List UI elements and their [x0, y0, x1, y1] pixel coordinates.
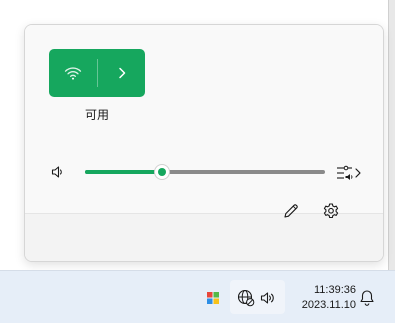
volume-slider-thumb[interactable] — [154, 165, 169, 179]
clock-date: 2023.11.10 — [301, 299, 356, 311]
taskbar-clock[interactable]: 11:39:36 2023.11.10 — [296, 283, 356, 313]
wifi-toggle-button[interactable] — [49, 49, 97, 97]
all-settings-button[interactable] — [321, 201, 341, 221]
wifi-tile-label: 可用 — [84, 108, 109, 122]
quick-settings-body: 可用 — [25, 25, 383, 213]
wifi-icon — [64, 67, 82, 80]
pencil-icon — [284, 204, 298, 218]
network-status-button[interactable] — [237, 289, 255, 307]
edit-quick-settings-button[interactable] — [281, 201, 301, 221]
volume-slider-fill — [85, 170, 162, 174]
audio-mixer-button[interactable] — [335, 164, 363, 182]
wifi-tile[interactable] — [49, 49, 145, 97]
start-button[interactable] — [206, 290, 220, 306]
globe-no-internet-icon — [237, 289, 255, 307]
notifications-button[interactable] — [359, 289, 375, 307]
windows-logo-icon — [207, 292, 219, 304]
quick-settings-panel: 可用 — [24, 24, 384, 262]
chevron-right-icon — [118, 67, 125, 79]
volume-tray-button[interactable] — [260, 290, 276, 306]
speaker-icon — [51, 166, 62, 178]
wifi-more-button[interactable] — [98, 49, 145, 97]
bell-icon — [360, 290, 374, 306]
volume-slider[interactable] — [85, 165, 325, 179]
audio-mixer-icon — [337, 165, 361, 180]
window-edge — [388, 0, 395, 270]
volume-mute-button[interactable] — [51, 165, 65, 179]
clock-time: 11:39:36 — [313, 284, 356, 296]
gear-icon — [323, 203, 339, 219]
speaker-icon — [260, 292, 274, 304]
